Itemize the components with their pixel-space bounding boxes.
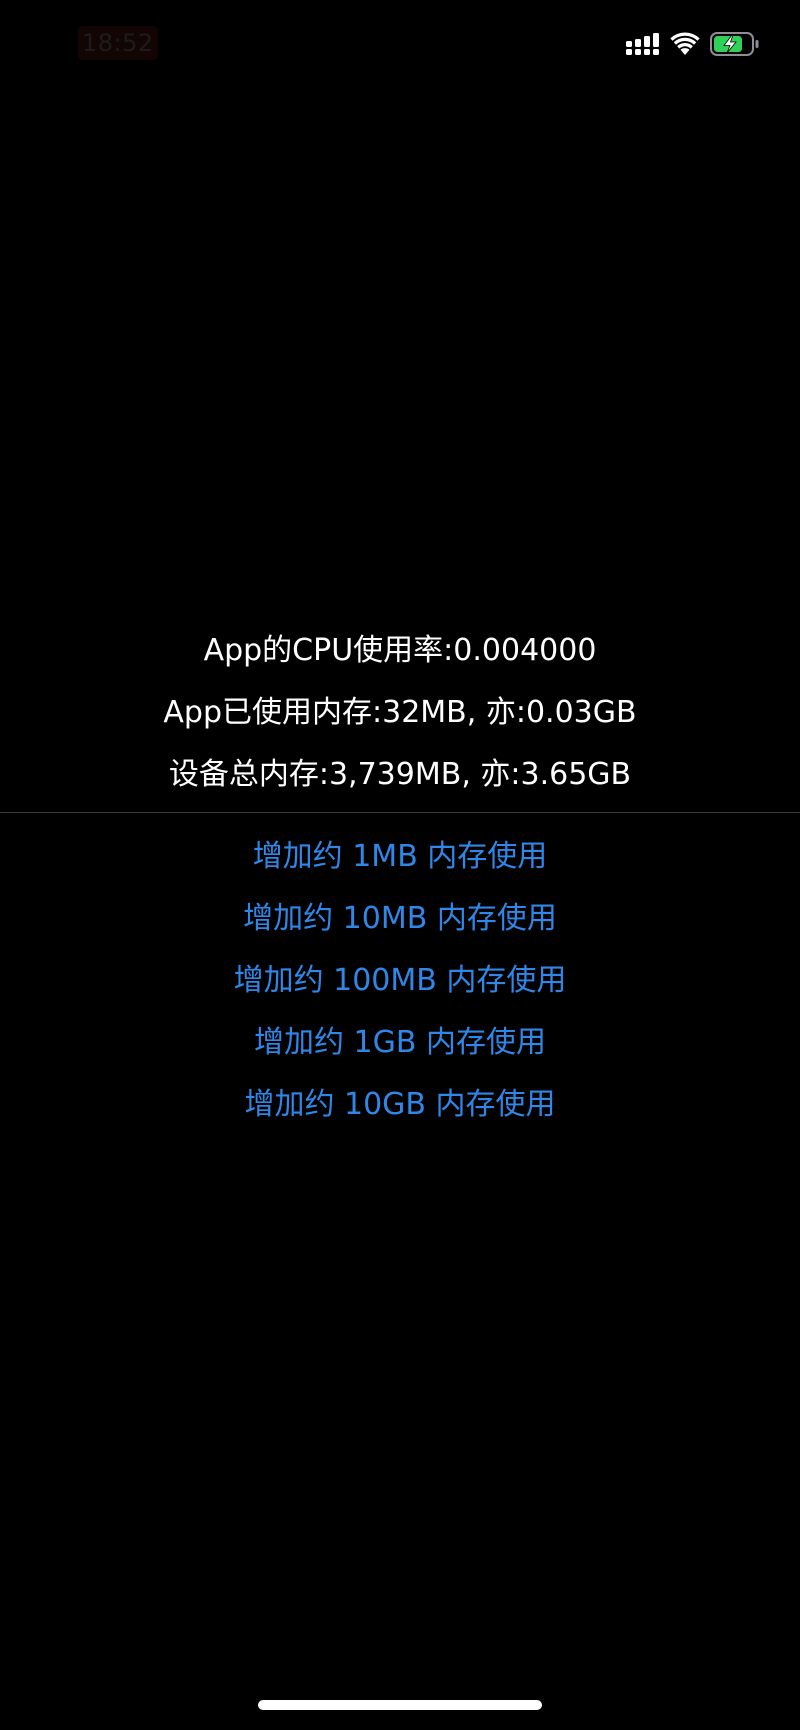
app-memory-text: App已使用内存:32MB, 亦:0.03GB: [163, 695, 637, 730]
home-indicator[interactable]: [258, 1700, 542, 1710]
add-1mb-button[interactable]: 增加约 1MB 内存使用: [253, 826, 548, 888]
add-10mb-button[interactable]: 增加约 10MB 内存使用: [243, 888, 557, 950]
status-bar: 18:52: [0, 0, 800, 90]
add-10gb-button[interactable]: 增加约 10GB 内存使用: [244, 1074, 555, 1136]
status-icons: [626, 28, 760, 60]
divider: [0, 812, 800, 813]
battery-charging-icon: [710, 32, 759, 56]
add-1gb-button[interactable]: 增加约 1GB 内存使用: [254, 1012, 546, 1074]
cpu-usage-text: App的CPU使用率:0.004000: [203, 633, 597, 668]
wifi-icon: [670, 32, 700, 55]
add-100mb-button[interactable]: 增加约 100MB 内存使用: [234, 950, 567, 1012]
status-time: 18:52: [78, 26, 158, 60]
cellular-signal-icon: [626, 33, 659, 55]
device-memory-text: 设备总内存:3,739MB, 亦:3.65GB: [168, 757, 632, 792]
stats-panel: App的CPU使用率:0.004000 App已使用内存:32MB, 亦:0.0…: [0, 620, 800, 806]
actions-list: 增加约 1MB 内存使用 增加约 10MB 内存使用 增加约 100MB 内存使…: [0, 826, 800, 1136]
